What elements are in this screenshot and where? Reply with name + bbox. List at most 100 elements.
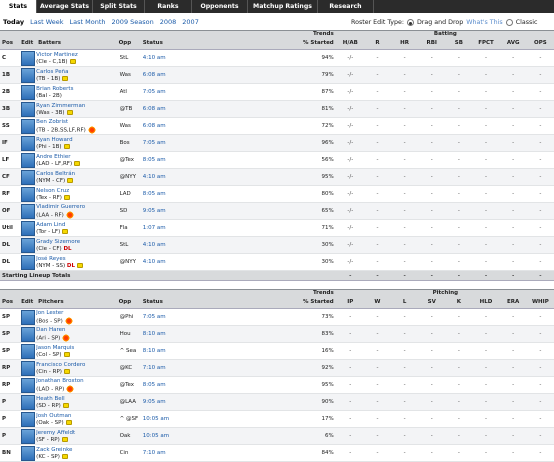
- tab-average-stats[interactable]: Average Stats: [37, 0, 93, 13]
- drag-handle[interactable]: [21, 326, 36, 342]
- drag-handle[interactable]: [21, 67, 36, 83]
- player-name[interactable]: José Reyes: [36, 256, 116, 263]
- game-status[interactable]: 10:05 am: [140, 427, 286, 445]
- col-header-pos[interactable]: Pos: [0, 296, 20, 309]
- drag-handle[interactable]: [21, 152, 36, 168]
- col-header-edit[interactable]: Edit: [19, 37, 37, 50]
- drag-handle[interactable]: [21, 394, 36, 410]
- drag-handle[interactable]: [21, 186, 36, 202]
- player-note-icon[interactable]: [74, 160, 81, 166]
- player-name[interactable]: Jon Lester: [36, 310, 116, 317]
- col-header-hr[interactable]: HR: [391, 37, 419, 50]
- player-name[interactable]: Ryan Zimmerman: [36, 103, 116, 110]
- col-header-sb[interactable]: SB: [445, 37, 473, 50]
- col-header-status[interactable]: Status: [140, 37, 286, 50]
- col-header-h-ab[interactable]: H/AB: [336, 37, 364, 50]
- game-status[interactable]: 4:10 am: [140, 168, 286, 186]
- col-header-ops[interactable]: OPS: [526, 37, 554, 50]
- period-today[interactable]: Today: [3, 18, 24, 26]
- game-status[interactable]: 7:10 am: [140, 359, 286, 377]
- player-note-icon[interactable]: [67, 177, 74, 183]
- col-header-rbi[interactable]: RBI: [418, 37, 446, 50]
- player-note-icon[interactable]: [61, 436, 68, 442]
- game-status[interactable]: 1:07 am: [140, 219, 286, 237]
- tab-ranks[interactable]: Ranks: [145, 0, 192, 13]
- drag-handle[interactable]: [21, 360, 36, 376]
- game-status[interactable]: 7:10 am: [140, 444, 286, 462]
- player-note-icon[interactable]: [63, 351, 70, 357]
- hot-player-icon[interactable]: [87, 125, 96, 134]
- game-status[interactable]: 8:05 am: [140, 185, 286, 203]
- player-name[interactable]: Victor Martinez: [36, 52, 116, 59]
- col-header-edit[interactable]: Edit: [19, 296, 37, 309]
- col-header-r[interactable]: R: [363, 37, 392, 50]
- col-header-pos[interactable]: Pos: [0, 37, 20, 50]
- drag-handle[interactable]: [21, 343, 36, 359]
- col-header-status[interactable]: Status: [140, 296, 286, 309]
- col-header-sv[interactable]: SV: [418, 296, 446, 309]
- col-header-l[interactable]: L: [391, 296, 419, 309]
- drag-handle[interactable]: [21, 237, 36, 253]
- game-status[interactable]: 7:05 am: [140, 83, 286, 101]
- player-note-icon[interactable]: [62, 75, 69, 81]
- player-name[interactable]: Jason Marquis: [36, 345, 116, 352]
- game-status[interactable]: 6:08 am: [140, 66, 286, 84]
- player-name[interactable]: Dan Haren: [36, 327, 116, 334]
- drag-handle[interactable]: [21, 101, 36, 117]
- player-name[interactable]: Francisco Cordero: [36, 362, 116, 369]
- player-name[interactable]: Josh Outman: [36, 413, 116, 420]
- player-name[interactable]: Grady Sizemore: [36, 239, 116, 246]
- player-note-icon[interactable]: [62, 228, 69, 234]
- game-status[interactable]: 6:08 am: [140, 117, 286, 135]
- player-note-icon[interactable]: [63, 143, 70, 149]
- col-header-k[interactable]: K: [445, 296, 473, 309]
- drag-handle[interactable]: [21, 411, 36, 427]
- drag-handle[interactable]: [21, 169, 36, 185]
- game-status[interactable]: 4:10 am: [140, 253, 286, 271]
- game-status[interactable]: 8:10 am: [140, 325, 286, 343]
- col-header-w[interactable]: W: [363, 296, 392, 309]
- drag-handle[interactable]: [21, 118, 36, 134]
- hot-player-icon[interactable]: [65, 210, 74, 219]
- col-header-opp[interactable]: Opp: [116, 37, 141, 50]
- tab-split-stats[interactable]: Split Stats: [93, 0, 145, 13]
- drag-handle[interactable]: [21, 309, 36, 325]
- game-status[interactable]: 10:05 am: [140, 410, 286, 428]
- period-last-month[interactable]: Last Month: [70, 18, 106, 26]
- player-name[interactable]: Heath Bell: [36, 396, 116, 403]
- drag-handle[interactable]: [21, 203, 36, 219]
- drag-handle[interactable]: [21, 445, 36, 461]
- game-status[interactable]: 8:05 am: [140, 151, 286, 169]
- game-status[interactable]: 9:05 am: [140, 202, 286, 220]
- col-header-pct[interactable]: % Started: [285, 296, 337, 309]
- player-name[interactable]: Ben Zobrist: [36, 119, 116, 126]
- period-last-week[interactable]: Last Week: [30, 18, 63, 26]
- tab-matchup-ratings[interactable]: Matchup Ratings: [248, 0, 318, 13]
- col-header-avg[interactable]: AVG: [499, 37, 527, 50]
- classic-radio[interactable]: [505, 19, 513, 26]
- period-2007[interactable]: 2007: [182, 18, 199, 26]
- player-name[interactable]: Jonathan Broxton: [36, 378, 116, 385]
- player-name[interactable]: Jeremy Affeldt: [36, 430, 116, 437]
- game-status[interactable]: 8:05 am: [140, 376, 286, 394]
- drag-drop-radio[interactable]: [406, 19, 414, 26]
- game-status[interactable]: 6:08 am: [140, 100, 286, 118]
- col-header-whip[interactable]: WHIP: [526, 296, 554, 309]
- col-header-ip[interactable]: IP: [336, 296, 364, 309]
- drag-handle[interactable]: [21, 377, 36, 393]
- player-note-icon[interactable]: [63, 368, 70, 374]
- player-note-icon[interactable]: [62, 402, 69, 408]
- player-note-icon[interactable]: [69, 58, 76, 64]
- game-status[interactable]: 8:10 am: [140, 342, 286, 360]
- tab-stats[interactable]: Stats: [0, 0, 37, 13]
- player-name[interactable]: Brian Roberts: [36, 86, 116, 93]
- player-note-icon[interactable]: [76, 262, 83, 268]
- tab-research[interactable]: Research: [318, 0, 374, 13]
- player-name[interactable]: Adam Lind: [36, 222, 116, 229]
- player-name[interactable]: Carlos Beltrán: [36, 171, 116, 178]
- player-note-icon[interactable]: [66, 109, 73, 115]
- game-status[interactable]: 9:05 am: [140, 393, 286, 411]
- period-2008[interactable]: 2008: [160, 18, 177, 26]
- col-header-era[interactable]: ERA: [499, 296, 527, 309]
- game-status[interactable]: 7:05 am: [140, 134, 286, 152]
